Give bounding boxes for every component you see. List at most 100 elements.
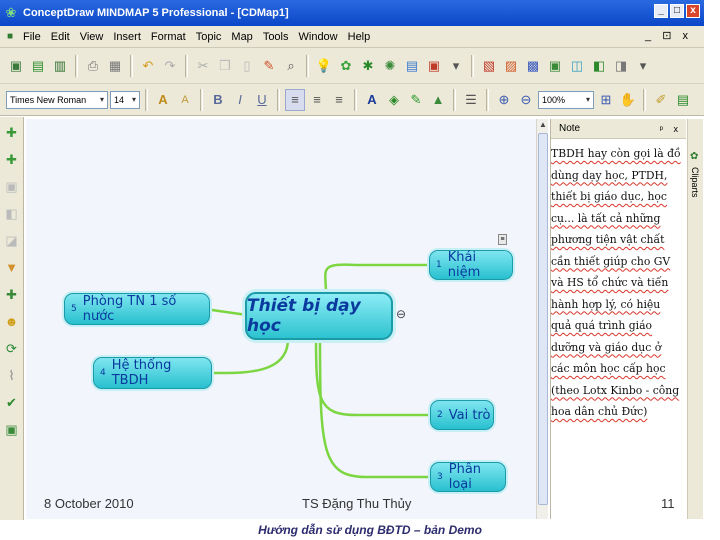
export-image-icon[interactable]: ◨ [611, 55, 631, 77]
export-ppt-icon[interactable]: ▨ [501, 55, 521, 77]
document-window-controls[interactable]: _ ⊡ x [645, 29, 692, 42]
export-excel-icon[interactable]: ◧ [589, 55, 609, 77]
mindmap-canvas[interactable]: Thiết bị dạy học ⊖ ≡ 1 Khái niệm 2 Vai t… [26, 119, 548, 519]
window-title: ConceptDraw MINDMAP 5 Professional - [CD… [23, 7, 289, 19]
zoom-out-icon[interactable]: ⊖ [516, 89, 536, 111]
undo-icon[interactable]: ↶ [138, 55, 158, 77]
fill-color-icon[interactable]: ◈ [384, 89, 404, 111]
paragraph-icon[interactable]: ☰ [461, 89, 481, 111]
align-right-icon[interactable]: ≡ [329, 89, 349, 111]
copy-icon[interactable]: ❐ [215, 55, 235, 77]
map-view-icon[interactable]: ▣ [3, 420, 21, 440]
menu-help[interactable]: Help [343, 31, 376, 43]
paste-icon[interactable]: ▯ [237, 55, 257, 77]
export-word-icon[interactable]: ▩ [523, 55, 543, 77]
topic-label: Hệ thống TBDH [111, 358, 172, 388]
align-left-icon[interactable]: ≡ [285, 88, 305, 111]
add-subtopic-icon[interactable]: ✚ [3, 150, 21, 170]
attach-icon[interactable]: ⌇ [3, 366, 21, 386]
minimize-button[interactable]: _ [654, 4, 668, 18]
toolbar-separator [130, 54, 133, 77]
note-marker-icon[interactable]: ≡ [498, 234, 507, 245]
network-icon[interactable]: ✱ [358, 55, 378, 77]
branch-phong-tn [210, 308, 249, 317]
toolbar-separator [277, 88, 280, 111]
cliparts-side-tab[interactable]: ✿ Cliparts [687, 119, 703, 519]
print-preview-icon[interactable]: ▦ [105, 55, 125, 77]
text-color-icon[interactable]: A [362, 89, 382, 111]
open-icon[interactable]: ▤ [28, 55, 48, 77]
document-icon[interactable]: ■ [2, 31, 18, 42]
maximize-button[interactable]: □ [670, 4, 684, 18]
bold-icon[interactable]: B [208, 89, 228, 111]
task-icon[interactable]: ✔ [3, 393, 21, 413]
save-icon[interactable]: ▥ [50, 55, 70, 77]
export-project-icon[interactable]: ▣ [545, 55, 565, 77]
menu-topic[interactable]: Topic [191, 31, 227, 43]
close-button[interactable]: x [686, 4, 700, 18]
outline-view-icon[interactable]: ▤ [673, 89, 693, 111]
line-color-icon[interactable]: ✎ [406, 89, 426, 111]
fit-page-icon[interactable]: ⊞ [596, 89, 616, 111]
add-boundary-icon[interactable]: ◪ [3, 231, 21, 251]
grow-font-icon[interactable]: A [153, 89, 173, 111]
zoom-select[interactable]: 100% ▾ [538, 90, 594, 109]
font-name-select[interactable]: Times New Roman ▾ [6, 90, 108, 109]
underline-icon[interactable]: U [252, 89, 272, 111]
export-more-icon[interactable]: ▾ [633, 55, 653, 77]
shape-style-icon[interactable]: ▲ [428, 89, 448, 111]
pan-hand-icon[interactable]: ✋ [618, 89, 638, 111]
window-controls: _ □ x [654, 4, 700, 18]
gantt-icon[interactable]: ▾ [446, 55, 466, 77]
add-relationship-icon[interactable]: ◧ [3, 204, 21, 224]
topic-phan-loai[interactable]: 3 Phân loại [430, 462, 506, 492]
menu-format[interactable]: Format [146, 31, 191, 43]
redo-icon[interactable]: ↷ [160, 55, 180, 77]
insert-symbol-icon[interactable]: ☻ [3, 312, 21, 332]
shrink-font-icon[interactable]: A [175, 89, 195, 111]
topic-he-thong-tbdh[interactable]: 4 Hệ thống TBDH [93, 357, 212, 389]
menu-file[interactable]: File [18, 31, 46, 43]
topic-vai-tro[interactable]: 2 Vai trò [430, 400, 494, 430]
menu-edit[interactable]: Edit [46, 31, 75, 43]
zoom-in-icon[interactable]: ⊕ [494, 89, 514, 111]
align-center-icon[interactable]: ≡ [307, 89, 327, 111]
cut-icon[interactable]: ✂ [193, 55, 213, 77]
export-pdf-icon[interactable]: ▧ [479, 55, 499, 77]
presentation-icon[interactable]: ▣ [424, 55, 444, 77]
menu-insert[interactable]: Insert [108, 31, 146, 43]
insert-image-icon[interactable]: ▼ [3, 258, 21, 278]
menu-window[interactable]: Window [294, 31, 343, 43]
add-callout-icon[interactable]: ▣ [3, 177, 21, 197]
menu-view[interactable]: View [75, 31, 109, 43]
note-text-area[interactable]: TBDH hay còn gọi là đồ dùng dạy học, PTD… [551, 143, 685, 423]
toolbar-separator [145, 88, 148, 111]
vertical-scrollbar[interactable]: ▲ [536, 119, 548, 519]
add-topic-icon[interactable]: ✚ [3, 123, 21, 143]
spin-icon[interactable]: ✺ [380, 55, 400, 77]
export-html-icon[interactable]: ◫ [567, 55, 587, 77]
scroll-up-icon[interactable]: ▲ [537, 119, 549, 131]
topic-phong-tn[interactable]: 5 Phòng TN 1 số nước [64, 293, 210, 325]
menu-tools[interactable]: Tools [258, 31, 294, 43]
insert-hyperlink-icon[interactable]: ✚ [3, 285, 21, 305]
menu-map[interactable]: Map [226, 31, 257, 43]
idea-bulb-icon[interactable]: 💡 [314, 55, 334, 77]
note-panel-controls[interactable]: ᵖ x [660, 124, 682, 134]
format-painter-icon[interactable]: ✎ [259, 55, 279, 77]
find-icon[interactable]: ⌕ [281, 55, 301, 77]
central-topic[interactable]: Thiết bị dạy học [245, 292, 393, 340]
topic-khai-niem[interactable]: 1 Khái niệm [429, 250, 513, 280]
scrollbar-thumb[interactable] [538, 133, 548, 505]
refresh-icon[interactable]: ⟳ [3, 339, 21, 359]
new-icon[interactable]: ▣ [6, 55, 26, 77]
note-panel-header: Note ᵖ x [551, 119, 686, 139]
chevron-down-icon: ▾ [131, 95, 136, 104]
font-size-select[interactable]: 14 ▾ [110, 90, 140, 109]
edit-note-icon[interactable]: ✐ [651, 89, 671, 111]
brainstorm-icon[interactable]: ✿ [336, 55, 356, 77]
italic-icon[interactable]: I [230, 89, 250, 111]
chart-icon[interactable]: ▤ [402, 55, 422, 77]
collapse-toggle-icon[interactable]: ⊖ [396, 307, 406, 321]
print-icon[interactable]: ⎙ [83, 55, 103, 77]
